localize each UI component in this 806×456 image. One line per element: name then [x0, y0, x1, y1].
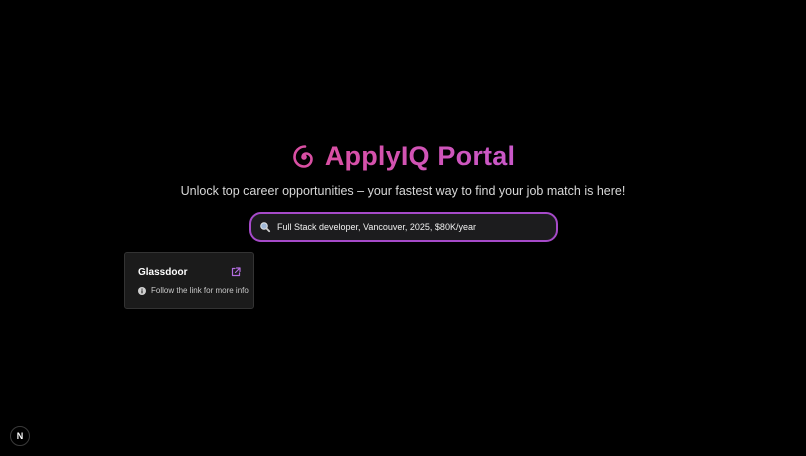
external-link-icon[interactable] — [231, 267, 241, 277]
result-card-title: Glassdoor — [138, 267, 188, 278]
info-icon — [138, 286, 146, 295]
result-card-info: Follow the link for more info — [138, 286, 249, 295]
search-icon — [259, 221, 271, 233]
result-card-info-text: Follow the link for more info — [151, 286, 249, 295]
page-subtitle: Unlock top career opportunities – your f… — [180, 184, 626, 198]
dev-tools-badge[interactable]: N — [10, 426, 30, 446]
page: ApplyIQ Portal Unlock top career opportu… — [0, 0, 806, 456]
spiral-icon — [291, 144, 317, 170]
result-card[interactable]: Glassdoor Follow the link for more info — [124, 252, 254, 309]
search-box[interactable] — [249, 212, 558, 242]
header: ApplyIQ Portal — [0, 141, 806, 172]
page-title: ApplyIQ Portal — [324, 141, 516, 171]
search-input[interactable] — [277, 222, 556, 232]
